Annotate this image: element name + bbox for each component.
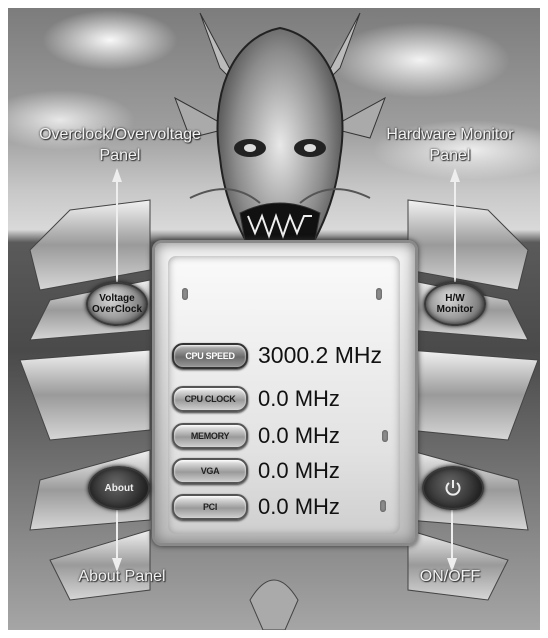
power-button[interactable] <box>422 466 484 510</box>
overclock-label-line2: Panel <box>99 147 141 164</box>
hw-monitor-label-line1: Hardware Monitor <box>386 126 514 143</box>
overclock-label: OverClock <box>91 304 143 315</box>
power-icon <box>445 480 461 496</box>
overclock-label-line1: Overclock/Overvoltage <box>39 126 201 143</box>
hw-monitor-panel-label: Hardware Monitor Panel <box>365 124 535 166</box>
overclock-panel-label: Overclock/Overvoltage Panel <box>20 124 220 166</box>
onoff-label: ON/OFF <box>419 568 481 585</box>
about-button[interactable]: About <box>88 466 150 510</box>
hw-monitor-label-line2: Panel <box>429 147 471 164</box>
app-window: CPU SPEED 3000.2 MHz CPU CLOCK 0.0 MHz M… <box>0 0 548 638</box>
hw-label: H/W <box>445 293 465 304</box>
hw-monitor-button[interactable]: H/W Monitor <box>424 282 486 326</box>
monitor-label: Monitor <box>436 304 474 315</box>
voltage-label: Voltage <box>99 293 135 304</box>
about-panel-label: About Panel <box>78 568 166 585</box>
about-label: About <box>104 482 134 494</box>
voltage-overclock-button[interactable]: Voltage OverClock <box>86 282 148 326</box>
